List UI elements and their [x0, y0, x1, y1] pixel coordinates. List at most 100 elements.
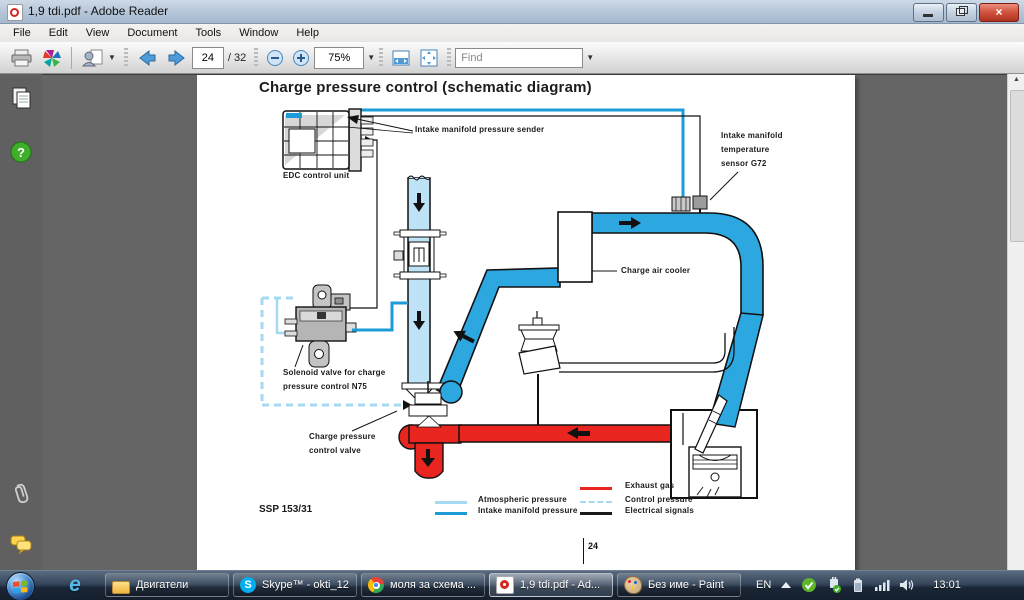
clock[interactable]: 13:01 — [933, 579, 961, 591]
taskbar-button-chrome[interactable]: моля за схема ... — [361, 573, 485, 597]
security-check-icon[interactable] — [801, 577, 817, 593]
label-edc-unit: EDC control unit — [283, 171, 349, 180]
menu-tools[interactable]: Tools — [187, 25, 231, 41]
zoom-dropdown-arrow-icon[interactable]: ▼ — [367, 53, 375, 62]
scroll-up-icon[interactable]: ▲ — [1008, 76, 1024, 83]
zoom-in-button[interactable] — [288, 46, 314, 70]
pages-panel-icon[interactable] — [9, 86, 33, 110]
fit-width-button[interactable] — [387, 46, 415, 70]
pinwheel-icon — [42, 48, 62, 68]
window-title: 1,9 tdi.pdf - Adobe Reader — [28, 4, 168, 18]
windows-logo-icon — [13, 580, 28, 593]
scrollbar-thumb[interactable] — [1010, 90, 1024, 242]
fit-page-icon — [419, 48, 439, 68]
minimize-button[interactable] — [913, 3, 944, 22]
label-g72-line3: sensor G72 — [721, 159, 767, 168]
find-dropdown-arrow-icon[interactable]: ▼ — [586, 53, 594, 62]
dropdown-arrow-icon: ▼ — [108, 53, 116, 62]
label-n75-line1: Solenoid valve for charge — [283, 368, 385, 377]
menu-help[interactable]: Help — [287, 25, 328, 41]
volume-icon[interactable] — [899, 578, 916, 592]
comments-icon[interactable] — [9, 532, 33, 556]
label-control-valve-line1: Charge pressure — [309, 432, 376, 441]
show-hidden-icons-arrow[interactable] — [780, 580, 792, 590]
previous-page-button[interactable] — [132, 46, 162, 70]
turbocharger-drawing — [399, 381, 462, 478]
legend-label-atmospheric: Atmospheric pressure — [478, 495, 567, 504]
manifold-sensor-fittings — [672, 196, 707, 215]
usb-device-icon[interactable] — [826, 577, 842, 593]
adobe-reader-taskbar-icon — [496, 576, 514, 594]
person-document-icon — [81, 48, 105, 68]
toolbar: ▼ / 32 ▼ — [0, 42, 1024, 74]
menu-document[interactable]: Document — [118, 25, 186, 41]
edc-control-unit-drawing — [283, 109, 373, 171]
atmospheric-line — [277, 299, 296, 333]
navigation-sidebar: ? — [0, 74, 42, 570]
legend-label-control: Control pressure — [625, 495, 693, 504]
help-icon[interactable]: ? — [9, 140, 33, 164]
legend-line-electrical — [580, 512, 612, 515]
taskbar-button-skype[interactable]: S Skype™ - okti_12 — [233, 573, 357, 597]
taskbar-button-folder[interactable]: Двигатели — [105, 573, 229, 597]
language-indicator[interactable]: EN — [756, 579, 771, 591]
label-charge-air-cooler: Charge air cooler — [621, 266, 690, 275]
legend-line-intake — [435, 512, 467, 515]
next-page-button[interactable] — [162, 46, 192, 70]
print-button[interactable] — [6, 46, 38, 70]
n75-solenoid-valve-drawing — [285, 285, 356, 367]
legend-label-electrical: Electrical signals — [625, 506, 694, 515]
footer-divider — [583, 538, 584, 564]
restore-button[interactable] — [946, 3, 977, 22]
taskbar-button-adobe-reader[interactable]: 1,9 tdi.pdf - Ad... — [489, 573, 613, 597]
legend-label-intake: Intake manifold pressure — [478, 506, 578, 515]
system-tray: EN 13:01 — [744, 570, 1024, 600]
start-button[interactable] — [6, 572, 35, 600]
menu-file[interactable]: File — [4, 25, 40, 41]
minus-circle-icon — [266, 49, 284, 67]
page-number: 24 — [588, 541, 598, 551]
fit-page-button[interactable] — [415, 46, 443, 70]
skype-icon: S — [240, 577, 256, 593]
egr-valve-drawing — [519, 311, 560, 425]
collaborate-button[interactable] — [38, 46, 66, 70]
window-titlebar[interactable]: 1,9 tdi.pdf - Adobe Reader × — [0, 0, 1024, 24]
legend-line-exhaust — [580, 487, 612, 490]
menu-window[interactable]: Window — [230, 25, 287, 41]
find-input[interactable] — [455, 48, 583, 68]
taskbar-button-paint[interactable]: Без име - Paint — [617, 573, 741, 597]
page-number-input[interactable] — [192, 47, 224, 69]
label-g72-line2: temperature — [721, 145, 769, 154]
zoom-out-button[interactable] — [262, 46, 288, 70]
sign-button[interactable]: ▼ — [77, 46, 120, 70]
duct-sensor-drawing — [394, 230, 446, 279]
plus-circle-icon — [292, 49, 310, 67]
egr-pipe — [559, 327, 734, 372]
pdf-page: Charge pressure control (schematic diagr… — [197, 75, 855, 570]
chrome-icon — [368, 577, 384, 593]
g72-pointer-line — [710, 172, 738, 200]
menu-view[interactable]: View — [77, 25, 119, 41]
folder-icon — [112, 581, 130, 594]
zoom-level-input[interactable] — [314, 47, 364, 69]
label-pressure-sender: Intake manifold pressure sender — [415, 125, 544, 134]
desktop: 1,9 tdi.pdf - Adobe Reader × File Edit V… — [0, 0, 1024, 600]
battery-icon[interactable] — [851, 577, 865, 593]
internet-explorer-icon[interactable]: e — [62, 573, 88, 597]
fit-width-icon — [391, 49, 411, 67]
vertical-scrollbar[interactable]: ▲ — [1007, 74, 1024, 570]
legend-line-control — [580, 501, 612, 503]
legend-line-atmospheric — [435, 501, 467, 504]
label-n75-line2: pressure control N75 — [283, 382, 367, 391]
forward-arrow-icon — [166, 48, 188, 68]
close-button[interactable]: × — [979, 3, 1019, 22]
label-control-valve-line2: control valve — [309, 446, 361, 455]
attachments-paperclip-icon[interactable] — [9, 482, 33, 506]
menu-edit[interactable]: Edit — [40, 25, 77, 41]
ssp-reference: SSP 153/31 — [259, 504, 312, 515]
page-total-label: / 32 — [228, 52, 246, 64]
n75-pressure-line — [352, 303, 408, 330]
legend-label-exhaust: Exhaust gas — [625, 481, 674, 490]
control-valve-pointer — [352, 411, 397, 431]
network-signal-icon[interactable] — [874, 578, 890, 592]
